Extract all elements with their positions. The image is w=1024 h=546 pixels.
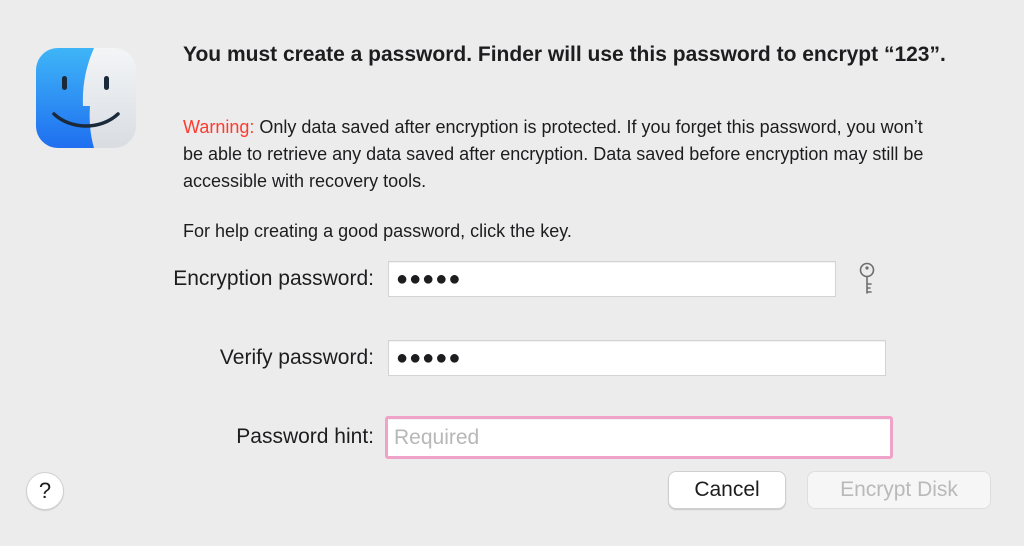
- password-hint-label: Password hint:: [236, 425, 374, 448]
- warning-message: Warning: Only data saved after encryptio…: [183, 114, 943, 195]
- warning-text: Only data saved after encryption is prot…: [183, 117, 924, 191]
- warning-label: Warning:: [183, 117, 255, 137]
- cancel-button[interactable]: Cancel: [668, 471, 786, 509]
- verify-password-label: Verify password:: [219, 346, 374, 369]
- password-hint-field[interactable]: [385, 416, 893, 459]
- verify-password-field[interactable]: ●●●●●: [388, 340, 886, 376]
- encryption-password-label: Encryption password:: [173, 267, 374, 290]
- encryption-password-value: ●●●●●: [396, 268, 462, 290]
- password-hint-input[interactable]: [394, 425, 890, 450]
- dialog-headline: You must create a password. Finder will …: [183, 43, 946, 66]
- help-button[interactable]: ?: [26, 472, 64, 510]
- encrypt-disk-button[interactable]: Encrypt Disk: [807, 471, 991, 509]
- encrypt-disk-dialog: You must create a password. Finder will …: [0, 0, 1024, 546]
- encryption-password-field[interactable]: ●●●●●: [388, 261, 836, 297]
- key-icon[interactable]: [857, 262, 877, 296]
- verify-password-value: ●●●●●: [396, 347, 462, 369]
- finder-icon: [36, 48, 136, 148]
- help-text: For help creating a good password, click…: [183, 221, 572, 241]
